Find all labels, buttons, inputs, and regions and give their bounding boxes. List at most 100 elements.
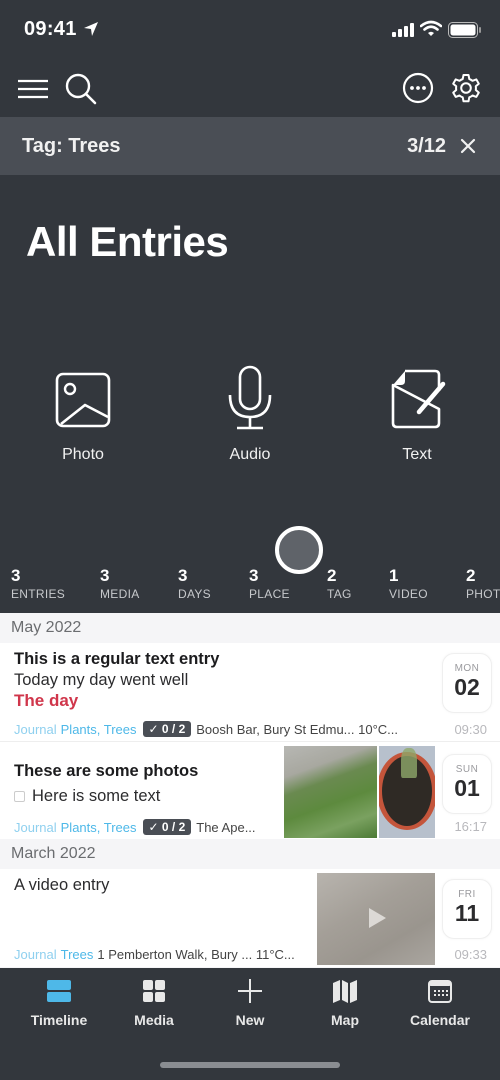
quick-action-audio[interactable]: Audio (195, 365, 305, 464)
stat-value: 1 (389, 566, 399, 585)
quick-action-audio-label: Audio (229, 446, 271, 463)
timeline-list[interactable]: May 2022 This is a regular text entry To… (0, 613, 500, 968)
plant-shape (401, 748, 417, 778)
more-options-icon[interactable] (402, 72, 434, 104)
entry-journal[interactable]: Journal (14, 722, 57, 737)
timeline-icon (47, 980, 71, 1002)
tab-label: Timeline (30, 1012, 88, 1028)
cellular-signal-icon (392, 23, 414, 37)
entry-row[interactable]: These are some photos Here is some text … (0, 741, 500, 839)
stat-place[interactable]: 3 PLACE (249, 566, 290, 601)
stat-value: 3 (100, 566, 110, 585)
stat-label: ENTRIES (11, 587, 66, 601)
entry-tags[interactable]: Plants, Trees (61, 722, 137, 737)
entry-tags[interactable]: Trees (61, 947, 94, 962)
stat-value: 3 (11, 566, 21, 585)
entry-meta: Journal Trees 1 Pemberton Walk, Bury ...… (14, 947, 295, 962)
entry-time: 16:17 (454, 819, 487, 834)
date-weekday: MON (454, 663, 480, 674)
close-filter-icon[interactable] (458, 136, 478, 156)
stat-photo[interactable]: 2 PHOTO (466, 566, 500, 601)
date-badge: MON 02 (442, 653, 492, 713)
search-icon[interactable] (64, 72, 98, 106)
entry-row[interactable]: This is a regular text entry Today my da… (0, 643, 500, 741)
photo-icon (55, 372, 111, 428)
wifi-icon (420, 20, 442, 36)
tab-label: New (235, 1012, 265, 1028)
entry-meta: Journal Plants, Trees ✓ 0 / 2 Boosh Bar,… (14, 721, 398, 737)
stat-label: PHOTO (466, 587, 500, 601)
tag-filter-label: Tag: Trees (22, 135, 121, 157)
stat-entries[interactable]: 3 ENTRIES (11, 566, 65, 601)
photo-thumbnail-plant-pot[interactable] (379, 746, 435, 838)
calendar-icon (428, 980, 452, 1003)
home-indicator[interactable] (160, 1062, 340, 1068)
stat-media[interactable]: 3 MEDIA (100, 566, 140, 601)
entry-body: Today my day went well (14, 671, 189, 689)
tab-label: Map (331, 1012, 359, 1028)
status-time: 09:41 (24, 18, 77, 40)
settings-gear-icon[interactable] (449, 71, 483, 105)
stat-label: TAG (327, 587, 352, 601)
entry-row[interactable]: A video entry Journal Trees 1 Pemberton … (0, 869, 500, 967)
stats-row: 3 ENTRIES 3 MEDIA 3 DAYS 3 PLACE 2 TAG 1… (0, 566, 500, 612)
hamburger-menu-icon[interactable] (17, 78, 49, 100)
quick-action-photo[interactable]: Photo (28, 365, 138, 464)
entry-tags[interactable]: Plants, Trees (61, 820, 137, 835)
date-day: 02 (454, 674, 480, 700)
microphone-icon (228, 365, 272, 430)
section-header-march-2022: March 2022 (0, 839, 500, 869)
entry-title: This is a regular text entry (14, 650, 220, 668)
entry-time: 09:30 (454, 722, 487, 737)
stat-label: PLACE (249, 587, 290, 601)
stat-video[interactable]: 1 VIDEO (389, 566, 428, 601)
stat-days[interactable]: 3 DAYS (178, 566, 211, 601)
plus-icon (238, 979, 262, 1003)
tag-filter-count: 3/12 (407, 135, 446, 157)
stat-label: MEDIA (100, 587, 140, 601)
entry-time: 09:33 (454, 947, 487, 962)
tab-label: Media (134, 1012, 174, 1028)
checklist-checkbox[interactable] (14, 791, 25, 803)
entry-body-line: Here is some text (14, 787, 160, 806)
status-bar: 09:41 (0, 0, 500, 60)
tab-map[interactable]: Map (300, 978, 390, 1028)
entry-journal[interactable]: Journal (14, 820, 57, 835)
photo-thumbnail-grass[interactable] (284, 746, 377, 838)
tab-calendar[interactable]: Calendar (395, 978, 485, 1028)
entry-journal[interactable]: Journal (14, 947, 57, 962)
entry-location: Boosh Bar, Bury St Edmu... 10°C... (196, 721, 399, 737)
map-icon (333, 980, 357, 1003)
checklist-item-text: Here is some text (32, 787, 161, 805)
text-edit-icon (391, 369, 446, 429)
date-badge: SUN 01 (442, 754, 492, 814)
stat-value: 2 (466, 566, 476, 585)
quick-action-photo-label: Photo (62, 446, 104, 463)
video-thumbnail[interactable] (317, 873, 435, 965)
checklist-badge: ✓ 0 / 2 (142, 819, 192, 835)
date-day: 11 (454, 900, 480, 926)
entry-title: These are some photos (14, 762, 199, 780)
stat-label: DAYS (178, 587, 211, 601)
date-day: 01 (454, 775, 480, 801)
tab-media[interactable]: Media (109, 978, 199, 1028)
section-header-may-2022: May 2022 (0, 613, 500, 643)
battery-icon (448, 22, 481, 38)
entry-meta: Journal Plants, Trees ✓ 0 / 2 The Ape... (14, 819, 256, 835)
tab-label: Calendar (410, 1012, 470, 1028)
entry-location: The Ape... (196, 819, 256, 835)
page-title: All Entries (26, 218, 229, 265)
entry-title: A video entry (14, 876, 110, 894)
quick-action-text[interactable]: Text (362, 365, 472, 464)
stat-tag[interactable]: 2 TAG (327, 566, 352, 601)
tag-filter-bar: Tag: Trees 3/12 (0, 117, 500, 175)
checklist-badge: ✓ 0 / 2 (142, 721, 192, 737)
date-badge: FRI 11 (442, 879, 492, 939)
tab-new[interactable]: New (205, 978, 295, 1028)
scroll-handle[interactable] (275, 526, 323, 574)
stat-value: 3 (178, 566, 188, 585)
tab-timeline[interactable]: Timeline (14, 978, 104, 1028)
location-arrow-icon (84, 22, 98, 36)
entry-location: 1 Pemberton Walk, Bury ... 11°C... (97, 947, 295, 962)
media-grid-icon (143, 980, 165, 1002)
